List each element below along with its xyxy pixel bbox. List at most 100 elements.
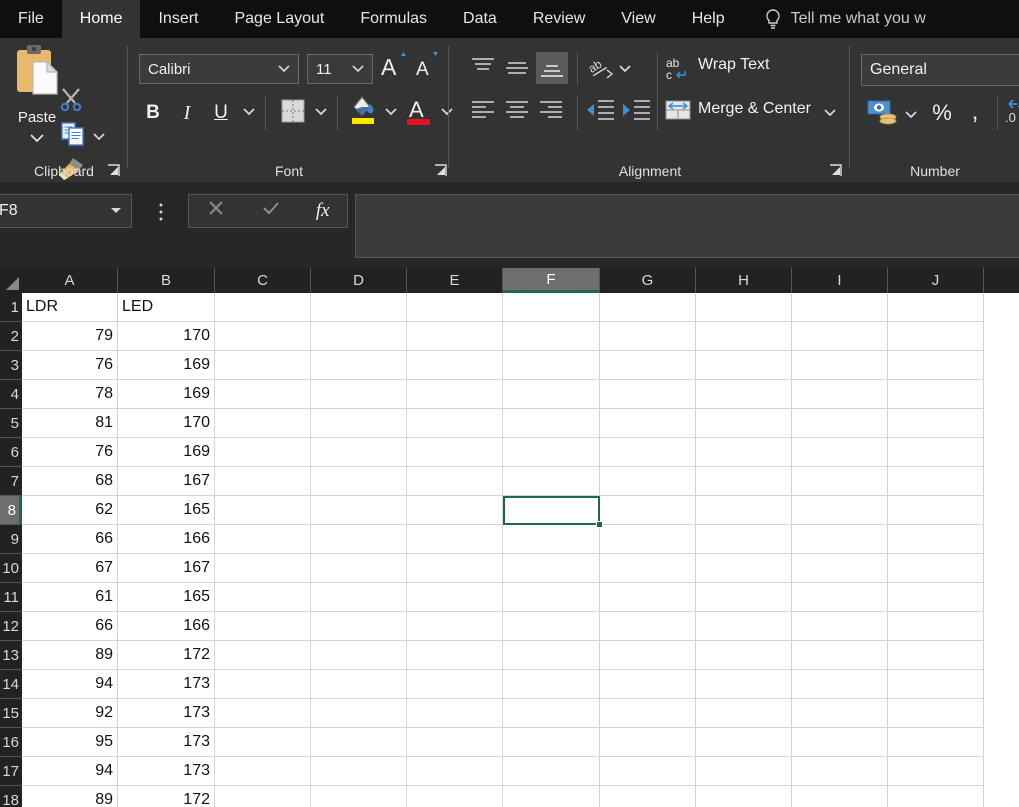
cell-C4[interactable] bbox=[215, 380, 311, 409]
cell-H16[interactable] bbox=[696, 728, 792, 757]
cell-H11[interactable] bbox=[696, 583, 792, 612]
cell-H1[interactable] bbox=[696, 293, 792, 322]
chevron-down-icon[interactable] bbox=[29, 130, 45, 148]
cell-D1[interactable] bbox=[311, 293, 407, 322]
cell-G11[interactable] bbox=[600, 583, 696, 612]
cell-B7[interactable]: 167 bbox=[118, 467, 215, 496]
cell-I8[interactable] bbox=[792, 496, 888, 525]
cell-F2[interactable] bbox=[503, 322, 600, 351]
cell-D8[interactable] bbox=[311, 496, 407, 525]
cell-J18[interactable] bbox=[888, 786, 984, 807]
cell-E17[interactable] bbox=[407, 757, 503, 786]
cell-F3[interactable] bbox=[503, 351, 600, 380]
insert-function-button[interactable]: fx bbox=[316, 200, 330, 222]
cell-D5[interactable] bbox=[311, 409, 407, 438]
cell-C7[interactable] bbox=[215, 467, 311, 496]
cell-I10[interactable] bbox=[792, 554, 888, 583]
cell-B3[interactable]: 169 bbox=[118, 351, 215, 380]
row-header-6[interactable]: 6 bbox=[0, 438, 22, 467]
cell-G15[interactable] bbox=[600, 699, 696, 728]
cell-B9[interactable]: 166 bbox=[118, 525, 215, 554]
column-header-D[interactable]: D bbox=[311, 268, 407, 293]
wrap-text-button[interactable]: ab c bbox=[664, 54, 690, 87]
cell-D2[interactable] bbox=[311, 322, 407, 351]
cell-H2[interactable] bbox=[696, 322, 792, 351]
cell-F8[interactable] bbox=[503, 496, 600, 525]
cell-F1[interactable] bbox=[503, 293, 600, 322]
cell-H14[interactable] bbox=[696, 670, 792, 699]
cell-E7[interactable] bbox=[407, 467, 503, 496]
accounting-format-button[interactable] bbox=[865, 96, 901, 132]
cell-I9[interactable] bbox=[792, 525, 888, 554]
cell-D3[interactable] bbox=[311, 351, 407, 380]
cell-E15[interactable] bbox=[407, 699, 503, 728]
cell-I14[interactable] bbox=[792, 670, 888, 699]
cell-A1[interactable]: LDR bbox=[22, 293, 118, 322]
row-header-3[interactable]: 3 bbox=[0, 351, 22, 380]
cell-A16[interactable]: 95 bbox=[22, 728, 118, 757]
cell-H15[interactable] bbox=[696, 699, 792, 728]
cell-I15[interactable] bbox=[792, 699, 888, 728]
cell-A9[interactable]: 66 bbox=[22, 525, 118, 554]
ribbon-tab-file[interactable]: File bbox=[0, 0, 62, 38]
cell-H7[interactable] bbox=[696, 467, 792, 496]
cell-J4[interactable] bbox=[888, 380, 984, 409]
cell-D18[interactable] bbox=[311, 786, 407, 807]
cell-D12[interactable] bbox=[311, 612, 407, 641]
column-header-B[interactable]: B bbox=[118, 268, 215, 293]
cell-J1[interactable] bbox=[888, 293, 984, 322]
cell-G13[interactable] bbox=[600, 641, 696, 670]
cell-B1[interactable]: LED bbox=[118, 293, 215, 322]
column-header-C[interactable]: C bbox=[215, 268, 311, 293]
borders-button[interactable] bbox=[277, 96, 309, 130]
cell-J8[interactable] bbox=[888, 496, 984, 525]
cell-A12[interactable]: 66 bbox=[22, 612, 118, 641]
column-header-A[interactable]: A bbox=[22, 268, 118, 293]
cut-button[interactable] bbox=[58, 86, 84, 117]
cell-C3[interactable] bbox=[215, 351, 311, 380]
cell-C8[interactable] bbox=[215, 496, 311, 525]
cell-C17[interactable] bbox=[215, 757, 311, 786]
cell-B2[interactable]: 170 bbox=[118, 322, 215, 351]
column-header-F[interactable]: F bbox=[503, 268, 600, 293]
underline-button[interactable]: U bbox=[207, 98, 235, 128]
cell-F11[interactable] bbox=[503, 583, 600, 612]
align-left-button[interactable] bbox=[468, 96, 498, 131]
ribbon-tab-view[interactable]: View bbox=[603, 0, 673, 38]
row-header-15[interactable]: 15 bbox=[0, 699, 22, 728]
cell-D9[interactable] bbox=[311, 525, 407, 554]
cell-E1[interactable] bbox=[407, 293, 503, 322]
cell-E13[interactable] bbox=[407, 641, 503, 670]
ribbon-tab-home[interactable]: Home bbox=[61, 0, 141, 38]
merge-center-dropdown-button[interactable] bbox=[823, 104, 837, 122]
row-header-13[interactable]: 13 bbox=[0, 641, 22, 670]
cell-G10[interactable] bbox=[600, 554, 696, 583]
cell-H6[interactable] bbox=[696, 438, 792, 467]
cell-H12[interactable] bbox=[696, 612, 792, 641]
cell-G6[interactable] bbox=[600, 438, 696, 467]
cell-F5[interactable] bbox=[503, 409, 600, 438]
cell-E11[interactable] bbox=[407, 583, 503, 612]
row-header-7[interactable]: 7 bbox=[0, 467, 22, 496]
cell-G17[interactable] bbox=[600, 757, 696, 786]
name-box[interactable]: F8 bbox=[0, 194, 132, 228]
align-top-button[interactable] bbox=[468, 54, 498, 87]
row-header-14[interactable]: 14 bbox=[0, 670, 22, 699]
cell-I4[interactable] bbox=[792, 380, 888, 409]
ribbon-tab-help[interactable]: Help bbox=[674, 0, 743, 38]
row-header-18[interactable]: 18 bbox=[0, 786, 22, 807]
percent-style-button[interactable]: % bbox=[929, 98, 955, 128]
vertical-dots-icon[interactable] bbox=[158, 202, 168, 221]
row-header-10[interactable]: 10 bbox=[0, 554, 22, 583]
cell-J6[interactable] bbox=[888, 438, 984, 467]
cell-C16[interactable] bbox=[215, 728, 311, 757]
copy-dropdown-button[interactable] bbox=[92, 128, 106, 146]
column-header-H[interactable]: H bbox=[696, 268, 792, 293]
cell-A7[interactable]: 68 bbox=[22, 467, 118, 496]
cell-G2[interactable] bbox=[600, 322, 696, 351]
cell-H18[interactable] bbox=[696, 786, 792, 807]
accounting-dropdown-button[interactable] bbox=[901, 104, 921, 126]
chevron-down-icon[interactable] bbox=[110, 202, 131, 220]
cell-A6[interactable]: 76 bbox=[22, 438, 118, 467]
cell-A15[interactable]: 92 bbox=[22, 699, 118, 728]
